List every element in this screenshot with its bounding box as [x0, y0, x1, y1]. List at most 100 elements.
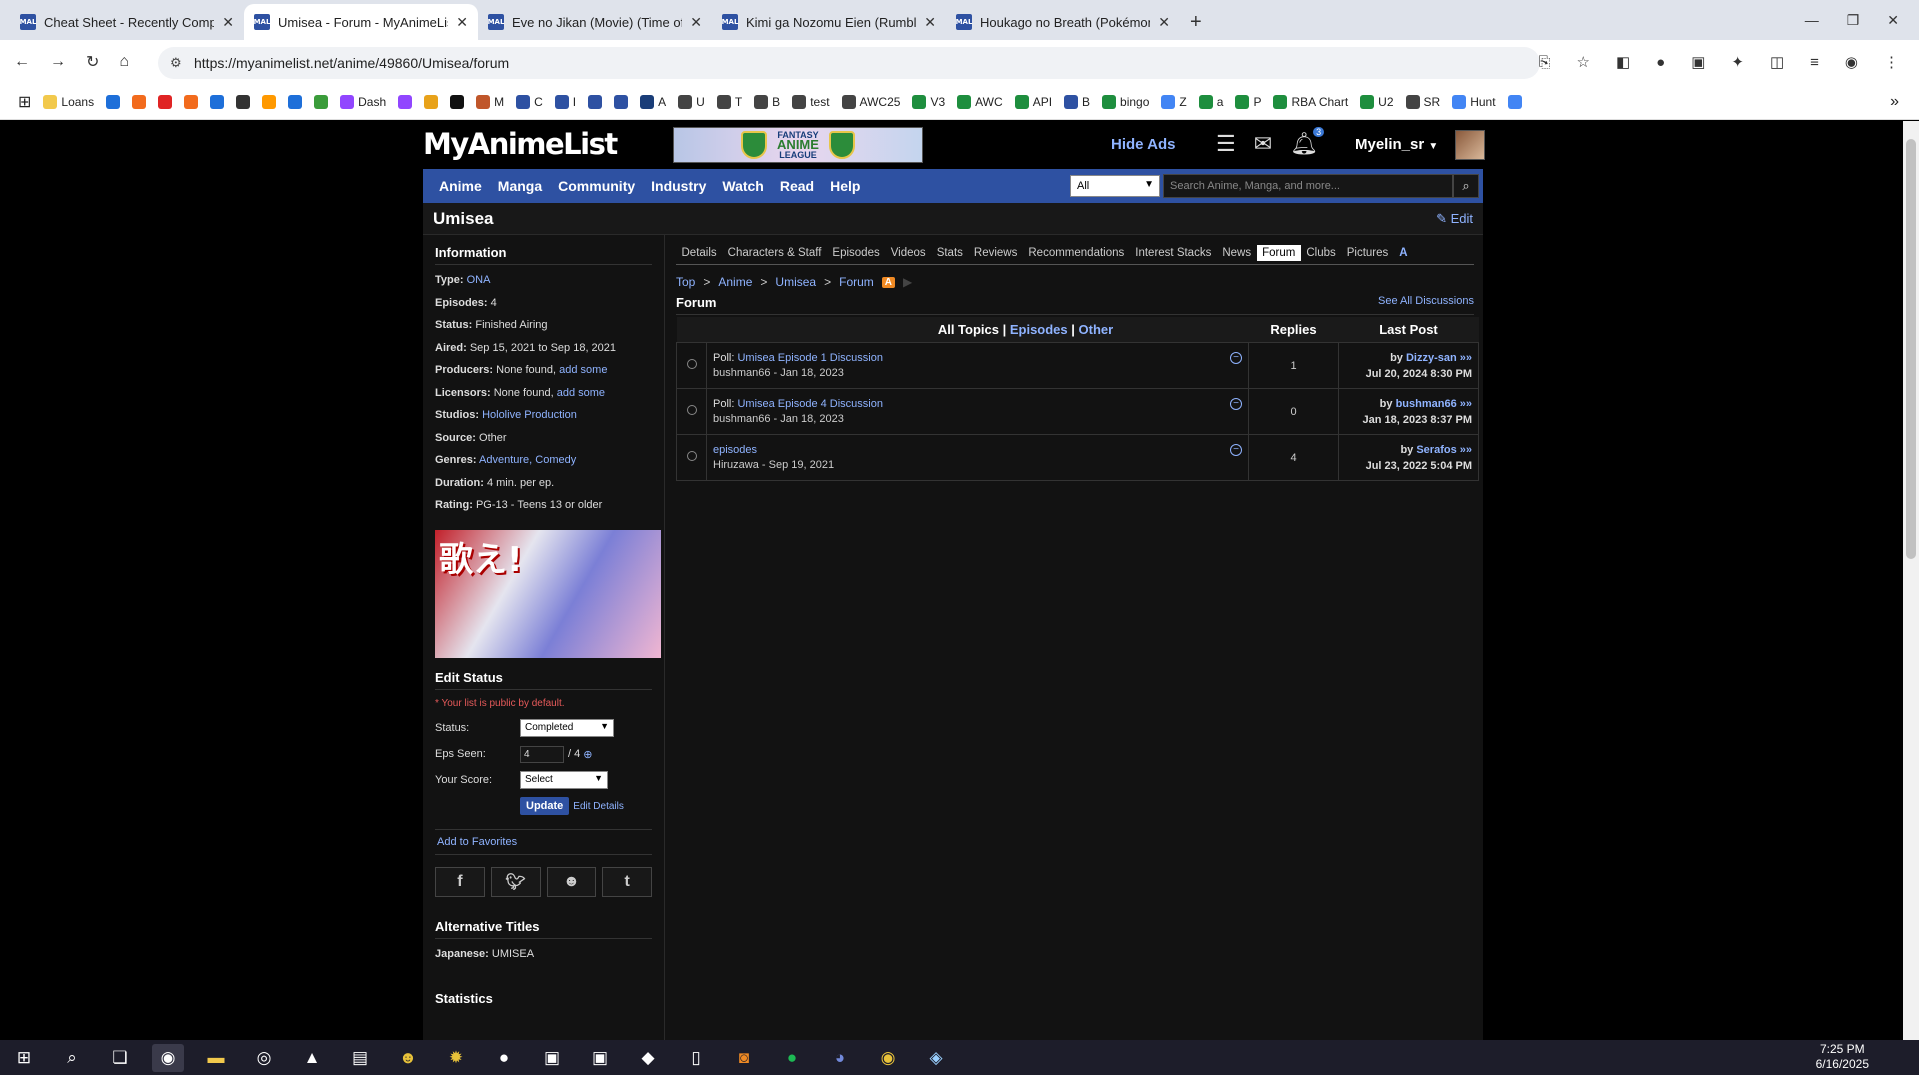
bookmark-item[interactable]: Loans [43, 94, 94, 109]
add-to-favorites-link[interactable]: Add to Favorites [435, 829, 652, 855]
app-icon[interactable]: ◆ [632, 1044, 664, 1072]
last-post-user-link[interactable]: Dizzy-san »» [1406, 352, 1472, 364]
forward-icon[interactable]: → [50, 53, 66, 71]
extension-icon[interactable]: ▣ [1691, 53, 1705, 71]
puzzle-icon[interactable]: ✦ [1731, 53, 1744, 71]
last-post-user-link[interactable]: Serafos »» [1416, 444, 1472, 456]
topic-select-radio[interactable] [686, 359, 697, 369]
scrollbar[interactable] [1903, 121, 1919, 1040]
bookmark-item[interactable]: U2 [1360, 94, 1394, 109]
bookmark-item[interactable]: Dash [340, 94, 386, 109]
see-all-discussions-link[interactable]: See All Discussions [1378, 295, 1474, 310]
status-select[interactable]: Completed ▼ [520, 719, 614, 737]
bookmark-item[interactable]: V3 [912, 94, 945, 109]
browser-tab[interactable]: MAL Houkago no Breath (Pokémon ✕ [946, 4, 1180, 40]
collapse-icon[interactable]: − [1230, 398, 1242, 410]
topic-title-link[interactable]: episodes [713, 444, 757, 456]
app-icon[interactable]: ☻ [392, 1044, 424, 1072]
menu-icon[interactable]: ⋮ [1884, 53, 1899, 71]
bookmark-item[interactable] [1507, 94, 1522, 109]
chrome-icon[interactable]: ◉ [152, 1043, 184, 1072]
info-link[interactable]: add some [557, 387, 605, 399]
mail-icon[interactable]: ✉ [1254, 131, 1272, 157]
breadcrumb-forum[interactable]: Forum [839, 275, 874, 289]
search-input[interactable]: Search Anime, Manga, and more... [1163, 174, 1453, 198]
mal-logo[interactable]: MyAnimeList [423, 127, 618, 161]
bookmark-item[interactable]: B [754, 94, 780, 109]
bookmark-item[interactable] [236, 94, 251, 109]
new-tab-button[interactable]: + [1190, 11, 1202, 34]
app-icon[interactable]: ◙ [728, 1044, 760, 1072]
app-icon[interactable]: ▣ [584, 1044, 616, 1072]
bookmark-item[interactable]: a [1198, 94, 1223, 109]
topic-title-link[interactable]: Umisea Episode 4 Discussion [737, 398, 883, 410]
spotify-icon[interactable]: ● [776, 1044, 808, 1072]
breadcrumb-top[interactable]: Top [676, 275, 695, 289]
bookmark-item[interactable] [132, 94, 147, 109]
profile-icon[interactable]: ◉ [1845, 53, 1858, 71]
topic-select-radio[interactable] [686, 451, 697, 461]
bookmark-item[interactable] [614, 94, 629, 109]
bookmark-item[interactable] [106, 94, 121, 109]
bookmark-item[interactable]: AWC25 [841, 94, 900, 109]
install-icon[interactable]: ⎘ [1538, 54, 1550, 71]
filter-episodes[interactable]: Episodes [1010, 322, 1068, 337]
bookmark-item[interactable]: SR [1405, 94, 1440, 109]
subtab-forum[interactable]: Forum [1256, 244, 1301, 261]
bookmark-item[interactable]: Hunt [1452, 94, 1496, 109]
reload-icon[interactable]: ↻ [86, 52, 99, 72]
bookmark-item[interactable] [158, 94, 173, 109]
collapse-icon[interactable]: − [1230, 352, 1242, 364]
bookmark-item[interactable] [398, 94, 413, 109]
bookmark-item[interactable]: Z [1161, 94, 1187, 109]
app-icon[interactable]: ✹ [440, 1044, 472, 1072]
bookmark-item[interactable]: P [1235, 94, 1261, 109]
update-button[interactable]: Update [520, 797, 570, 815]
nav-help[interactable]: Help [822, 178, 868, 194]
extension-icon[interactable]: ◧ [1616, 53, 1630, 71]
windows-start-icon[interactable]: ⊞ [8, 1044, 40, 1072]
subtab-news[interactable]: News [1217, 245, 1257, 261]
reddit-icon[interactable]: ☻ [546, 867, 597, 897]
app-icon[interactable]: ▣ [536, 1044, 568, 1072]
browser-tab[interactable]: MAL Kimi ga Nozomu Eien (Rumblin ✕ [712, 4, 946, 40]
close-tab-icon[interactable]: ✕ [456, 14, 468, 31]
bookmark-item[interactable]: T [716, 94, 742, 109]
topic-select-radio[interactable] [686, 405, 697, 415]
info-link[interactable]: Hololive Production [482, 409, 577, 421]
search-icon[interactable]: ⌕ [56, 1044, 88, 1072]
nav-manga[interactable]: Manga [490, 178, 550, 194]
apps-icon[interactable]: ⊞ [18, 92, 31, 112]
list-icon[interactable]: ☰ [1216, 131, 1236, 157]
extension-icon[interactable]: ● [1656, 54, 1665, 71]
nav-watch[interactable]: Watch [714, 178, 771, 194]
app-icon[interactable]: ▯ [680, 1044, 712, 1072]
address-bar[interactable]: ⚙ https://myanimelist.net/anime/49860/Um… [158, 47, 1540, 79]
app-icon[interactable]: ◈ [920, 1044, 952, 1072]
discord-icon[interactable]: ◕ [824, 1044, 856, 1072]
tumblr-icon[interactable]: t [602, 867, 652, 897]
avatar[interactable] [1455, 130, 1485, 160]
close-tab-icon[interactable]: ✕ [690, 14, 702, 31]
nav-read[interactable]: Read [772, 178, 822, 194]
subtab-episodes[interactable]: Episodes [827, 245, 885, 261]
site-settings-icon[interactable]: ⚙ [170, 55, 182, 71]
facebook-icon[interactable]: f [435, 867, 485, 897]
minimize-icon[interactable]: — [1805, 12, 1819, 28]
subtab-videos[interactable]: Videos [885, 245, 931, 261]
app-icon[interactable]: ▲ [296, 1044, 328, 1072]
increment-icon[interactable]: ⊕ [583, 748, 592, 761]
topic-title-link[interactable]: Umisea Episode 1 Discussion [737, 352, 883, 364]
sidepanel-icon[interactable]: ◫ [1770, 53, 1784, 71]
breadcrumb-umisea[interactable]: Umisea [775, 275, 816, 289]
bookmark-item[interactable] [450, 94, 465, 109]
star-icon[interactable]: ☆ [1576, 53, 1589, 71]
subtab-reviews[interactable]: Reviews [968, 245, 1022, 261]
collapse-icon[interactable]: − [1230, 444, 1242, 456]
edit-details-link[interactable]: Edit Details [573, 801, 624, 812]
info-link[interactable]: ONA [467, 274, 491, 286]
scrollbar-thumb[interactable] [1906, 139, 1916, 559]
bookmark-item[interactable]: RBA Chart [1273, 94, 1348, 109]
user-menu[interactable]: Myelin_sr ▼ [1355, 136, 1438, 153]
bookmark-item[interactable] [314, 94, 329, 109]
